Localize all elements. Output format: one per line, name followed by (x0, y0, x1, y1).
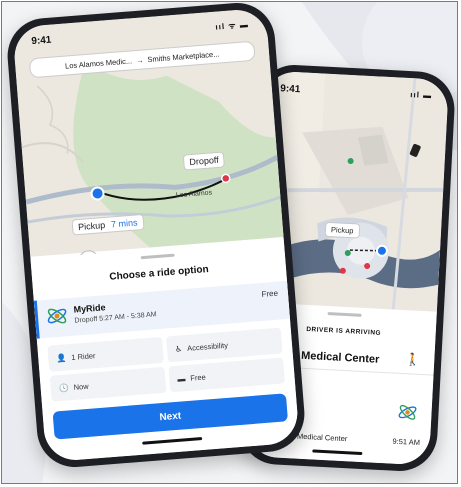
sheet-handle[interactable] (327, 312, 362, 317)
home-indicator (312, 449, 363, 456)
walking-person-icon: 🚶 (404, 352, 421, 367)
ride-price: Free (261, 288, 279, 299)
riders-option[interactable]: 👤 1 Rider (47, 336, 165, 372)
myride-logo-icon (47, 308, 67, 324)
riders-label: 1 Rider (70, 350, 96, 362)
ride-name: MyRide (73, 302, 106, 315)
home-indicator (142, 437, 203, 445)
time-label: Now (73, 381, 89, 392)
pickup-chip: Pickup (324, 221, 360, 239)
dropoff-chip: Dropoff (182, 151, 226, 171)
dropoff-label: Dropoff (188, 154, 220, 168)
status-icons: ııl ▬ (410, 90, 433, 101)
accessibility-option[interactable]: ♿ Accessibility (165, 327, 283, 363)
pickup-eta: 7 mins (110, 217, 138, 230)
phone-choose-ride-screen: Los Alamos 9:41 ııl ᯤ ▬ Los Alamos Medic… (12, 7, 300, 463)
payment-option[interactable]: ▬ Free (168, 357, 286, 393)
ride-options-sheet: Choose a ride option MyRide Dropoff 5:27… (30, 238, 300, 463)
status-time: 9:41 (280, 83, 301, 96)
stop-time: 9:51 AM (392, 436, 421, 448)
person-icon: 👤 (56, 352, 67, 363)
accessibility-label: Accessibility (186, 340, 229, 353)
route-from: Los Alamos Medic... (64, 55, 133, 71)
wheelchair-icon: ♿ (174, 343, 183, 354)
route-to: Smiths Marketplace... (147, 48, 220, 64)
status-time: 9:41 (31, 34, 52, 48)
card-icon: ▬ (176, 373, 186, 384)
payment-label: Free (189, 372, 207, 383)
pickup-label: Pickup (77, 219, 106, 233)
transit-logo-icon (398, 404, 417, 420)
clock-icon: 🕓 (58, 382, 70, 393)
phone-choose-ride: Los Alamos 9:41 ııl ᯤ ▬ Los Alamos Medic… (4, 2, 308, 470)
sheet-handle[interactable] (140, 253, 175, 260)
screenshot-frame: 9:41 ııl ▬ Pickup ‹ DRIVER IS ARRIVING 1… (1, 1, 458, 484)
pickup-label: Pickup (330, 225, 354, 236)
time-option[interactable]: 🕓 Now (49, 366, 167, 402)
route-arrow-icon: → (135, 54, 144, 65)
next-button[interactable]: Next (52, 393, 289, 440)
